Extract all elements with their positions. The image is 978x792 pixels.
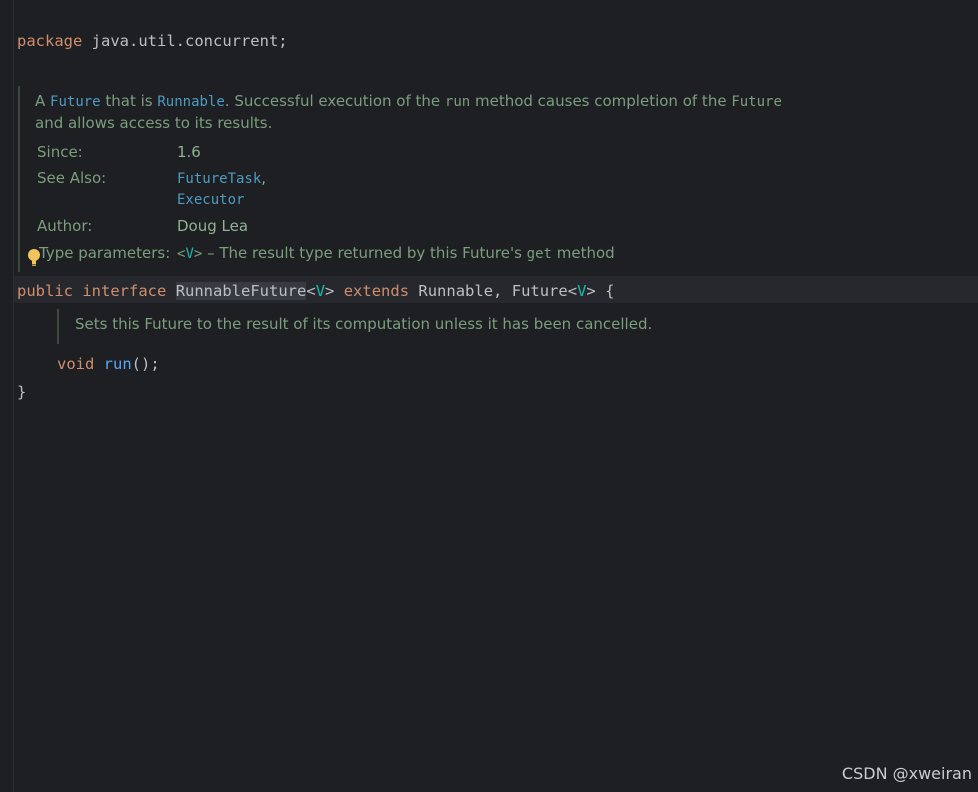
executor-link[interactable]: Executor xyxy=(177,192,244,208)
lightbulb-icon[interactable] xyxy=(27,248,41,268)
see-also-item-1: FutureTask, xyxy=(177,169,266,187)
since-value: 1.6 xyxy=(177,143,201,161)
interface-keyword: interface xyxy=(82,282,167,300)
future-link[interactable]: Future xyxy=(50,94,101,110)
class-doc-bar xyxy=(18,86,20,272)
method-doc-bar xyxy=(57,309,59,344)
brace-open: { xyxy=(605,282,615,300)
futuretask-link[interactable]: FutureTask xyxy=(177,171,261,187)
editor-gutter-border xyxy=(13,0,14,792)
method-doc-text: Sets this Future to the result of its co… xyxy=(75,315,653,333)
class-doc-description: A Future that is Runnable. Successful ex… xyxy=(35,91,935,134)
doc-text: method causes completion of the xyxy=(470,92,732,110)
watermark: CSDN @xweiran xyxy=(841,764,972,783)
package-name: java.util.concurrent; xyxy=(91,32,288,50)
extends-keyword: extends xyxy=(343,282,410,300)
author-value: Doug Lea xyxy=(177,217,249,235)
type-param-name: V xyxy=(185,246,194,262)
since-label: Since: xyxy=(37,143,83,161)
see-also-separator: , xyxy=(261,169,267,187)
type-params-value: <V> – The result type returned by this F… xyxy=(177,244,615,262)
public-keyword: public xyxy=(17,282,73,300)
package-keyword: package xyxy=(17,32,83,50)
method-line[interactable]: void run(); xyxy=(57,354,160,374)
see-also-item-2: Executor xyxy=(177,190,244,208)
generic-open: < xyxy=(306,282,316,300)
super-future[interactable]: Future xyxy=(512,282,568,300)
type-variable: V xyxy=(315,282,326,300)
interface-declaration-line[interactable]: public interface RunnableFuture<V> exten… xyxy=(17,281,614,301)
class-name[interactable]: RunnableFuture xyxy=(175,282,307,300)
type-param-code: get xyxy=(526,246,552,262)
see-also-label: See Also: xyxy=(37,169,107,187)
type-param-tail: method xyxy=(551,244,615,262)
brace-close: } xyxy=(17,383,27,401)
doc-text: and allows access to its results. xyxy=(35,114,273,132)
generic-close-2: > xyxy=(586,282,596,300)
generic-open-2: < xyxy=(567,282,578,300)
doc-text: that is xyxy=(100,92,158,110)
doc-code-future: Future xyxy=(731,94,782,110)
generic-close: > xyxy=(325,282,335,300)
package-line[interactable]: package java.util.concurrent; xyxy=(17,31,288,51)
doc-text: . Successful execution of the xyxy=(224,92,445,110)
author-label: Author: xyxy=(37,217,93,235)
type-param-desc: – The result type returned by this Futur… xyxy=(202,244,527,262)
void-keyword: void xyxy=(57,355,95,373)
method-tail: (); xyxy=(131,355,160,373)
super-runnable[interactable]: Runnable, xyxy=(418,282,502,300)
runnable-link[interactable]: Runnable xyxy=(157,94,224,110)
method-name[interactable]: run xyxy=(104,355,132,373)
doc-code-run: run xyxy=(444,94,471,110)
type-params-label: Type parameters: xyxy=(39,244,171,262)
doc-text: A xyxy=(35,92,51,110)
